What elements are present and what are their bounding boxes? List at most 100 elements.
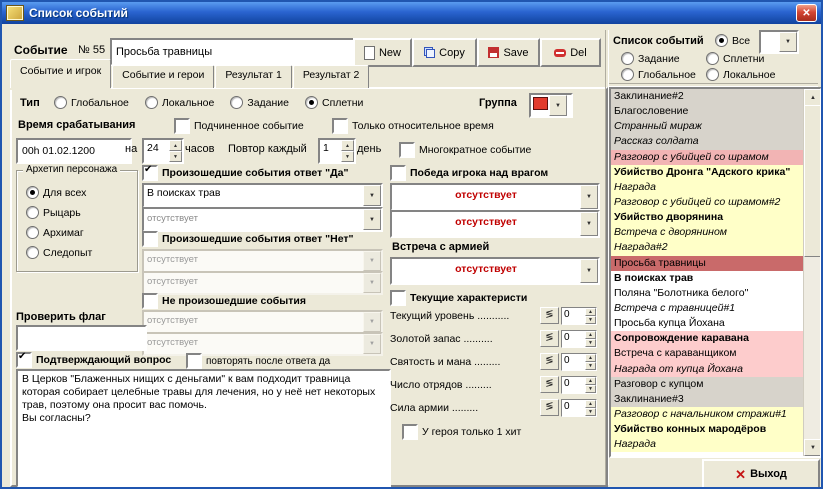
event-list-item[interactable]: Убийство конных мародёров: [611, 422, 804, 438]
filter-gossip-radio[interactable]: Сплетни: [706, 52, 764, 65]
yes-event-combo-1[interactable]: В поисках трав ▼: [142, 183, 383, 208]
no-event-combo-2[interactable]: отсутствует ▼: [142, 271, 383, 295]
comparison-icon[interactable]: ≶: [540, 399, 559, 416]
scroll-down-icon[interactable]: ▼: [804, 439, 820, 456]
tab[interactable]: Событие и игрок: [10, 59, 112, 88]
not-happened-combo-1[interactable]: отсутствует ▼: [142, 310, 383, 334]
yes-events-checkbox[interactable]: Произошедшие события ответ "Да": [142, 164, 348, 181]
victory-combo-1[interactable]: отсутствует ▼: [390, 183, 600, 211]
event-list-item[interactable]: Убийство Дронга "Адского крика": [611, 164, 804, 180]
chevron-down-icon[interactable]: ▼: [363, 312, 381, 332]
archetype-radio[interactable]: Архимаг: [26, 226, 92, 239]
chevron-down-icon[interactable]: ▼: [779, 32, 797, 52]
event-list-item[interactable]: В поисках трав: [611, 270, 804, 286]
event-list-item[interactable]: Поляна "Болотника белого": [611, 285, 804, 301]
scroll-up-icon[interactable]: ▲: [804, 89, 820, 106]
repeat-spinner[interactable]: 1 ▲ ▼: [318, 138, 356, 164]
confirm-question-textarea[interactable]: В Церков "Блаженных нищих с деньгами" к …: [16, 369, 391, 487]
scrollbar[interactable]: ▲ ▼: [803, 89, 820, 456]
value-spinner[interactable]: 0 ▲ ▼: [561, 306, 597, 325]
group-color-combo[interactable]: ▼: [529, 93, 573, 118]
chevron-down-icon[interactable]: ▼: [580, 259, 598, 283]
victory-combo-2[interactable]: отсутствует ▼: [390, 210, 600, 238]
chevron-down-icon[interactable]: ▼: [363, 185, 381, 206]
spinner-up-icon[interactable]: ▲: [585, 330, 596, 339]
current-characteristics-checkbox[interactable]: Текущие характеристи: [390, 290, 527, 306]
comparison-icon[interactable]: ≶: [540, 353, 559, 370]
event-list-item[interactable]: Заклинание#2: [611, 89, 804, 105]
event-list-item[interactable]: Встреча с травницей#1: [611, 300, 804, 317]
flag-input[interactable]: [16, 325, 147, 351]
archetype-radio[interactable]: Для всех: [26, 186, 92, 199]
new-button[interactable]: New: [353, 38, 412, 67]
type-radio[interactable]: Глобальное: [54, 96, 129, 109]
event-list-item[interactable]: Благословение: [611, 104, 804, 120]
spinner-up-icon[interactable]: ▲: [585, 376, 596, 385]
chevron-down-icon[interactable]: ▼: [363, 334, 381, 354]
multiple-event-checkbox[interactable]: Многократное событие: [399, 142, 531, 158]
value-spinner[interactable]: 0 ▲ ▼: [561, 375, 597, 394]
spinner-up-icon[interactable]: ▲: [585, 353, 596, 362]
event-list-item[interactable]: Разговор с купцом: [611, 376, 804, 392]
comparison-icon[interactable]: ≶: [540, 376, 559, 393]
chevron-down-icon[interactable]: ▼: [363, 273, 381, 293]
yes-event-combo-2[interactable]: отсутствует ▼: [142, 207, 383, 232]
event-list-item[interactable]: Разговор с убийцей со шрамом#2: [611, 194, 804, 211]
chevron-down-icon[interactable]: ▼: [580, 212, 598, 236]
type-radio[interactable]: Задание: [230, 96, 289, 109]
victory-checkbox[interactable]: Победа игрока над врагом: [390, 165, 548, 181]
event-list-item[interactable]: Встреча с караванщиком: [611, 346, 804, 362]
not-happened-checkbox[interactable]: Не произошедшие события: [142, 293, 306, 309]
no-events-checkbox[interactable]: Произошедшие события ответ "Нет": [142, 231, 354, 247]
tab[interactable]: Результат 2: [292, 65, 370, 88]
spinner-down-icon[interactable]: ▼: [585, 384, 596, 393]
tab[interactable]: Событие и герои: [112, 65, 215, 88]
event-list-item[interactable]: Убийство дворянина: [611, 210, 804, 226]
spinner-up-icon[interactable]: ▲: [585, 399, 596, 408]
relative-time-checkbox[interactable]: Только относительное время: [332, 118, 494, 134]
event-list-item[interactable]: Сопровождение каравана: [611, 331, 804, 347]
spinner-up-icon[interactable]: ▲: [585, 307, 596, 316]
spinner-down-icon[interactable]: ▼: [341, 151, 354, 162]
event-list-item[interactable]: Заклинание#3: [611, 391, 804, 407]
event-list-item[interactable]: Просьба травницы: [611, 255, 804, 271]
tab[interactable]: Результат 1: [215, 65, 292, 88]
event-list-item[interactable]: Награда: [611, 437, 804, 453]
hours-spinner[interactable]: 24 ▲ ▼: [142, 138, 184, 164]
exit-button[interactable]: ✕ Выход: [702, 459, 820, 487]
chevron-down-icon[interactable]: ▼: [363, 209, 381, 230]
type-radio[interactable]: Локальное: [144, 96, 214, 109]
repeat-after-yes-checkbox[interactable]: повторять после ответа да: [186, 353, 330, 369]
one-hit-checkbox[interactable]: У героя только 1 хит: [402, 424, 521, 440]
filter-global-radio[interactable]: Глобальное: [621, 68, 696, 81]
no-event-combo-1[interactable]: отсутствует ▼: [142, 249, 383, 273]
spinner-down-icon[interactable]: ▼: [169, 151, 182, 162]
event-list-item[interactable]: Просьба купца Йохана: [611, 316, 804, 332]
spinner-up-icon[interactable]: ▲: [341, 140, 354, 151]
archetype-radio[interactable]: Рыцарь: [26, 206, 92, 219]
spinner-down-icon[interactable]: ▼: [585, 338, 596, 347]
type-radio[interactable]: Сплетни: [305, 96, 363, 109]
event-list-item[interactable]: Разговор с убийцей со шрамом: [611, 149, 804, 165]
copy-button[interactable]: Copy: [412, 38, 477, 67]
save-button[interactable]: Save: [477, 38, 540, 67]
chevron-down-icon[interactable]: ▼: [363, 251, 381, 271]
subordinate-event-checkbox[interactable]: Подчиненное событие: [174, 118, 304, 134]
spinner-down-icon[interactable]: ▼: [585, 407, 596, 416]
datetime-input[interactable]: 00h 01.02.1200: [16, 138, 132, 164]
filter-preset-combo[interactable]: ▼: [759, 30, 799, 54]
spinner-down-icon[interactable]: ▼: [585, 315, 596, 324]
spinner-up-icon[interactable]: ▲: [169, 140, 182, 151]
chevron-down-icon[interactable]: ▼: [580, 185, 598, 209]
event-list-item[interactable]: Рассказ солдата: [611, 134, 804, 150]
filter-local-radio[interactable]: Локальное: [706, 68, 775, 81]
filter-all-radio[interactable]: Все: [715, 34, 750, 47]
filter-quest-radio[interactable]: Задание: [621, 52, 680, 65]
spinner-down-icon[interactable]: ▼: [585, 361, 596, 370]
comparison-icon[interactable]: ≶: [540, 307, 559, 324]
event-list-item[interactable]: Награда: [611, 179, 804, 195]
event-list-item[interactable]: Странный мираж: [611, 119, 804, 135]
army-meeting-combo[interactable]: отсутствует ▼: [390, 257, 600, 285]
event-list-item[interactable]: Встреча с дворянином: [611, 225, 804, 241]
chevron-down-icon[interactable]: ▼: [549, 95, 567, 116]
